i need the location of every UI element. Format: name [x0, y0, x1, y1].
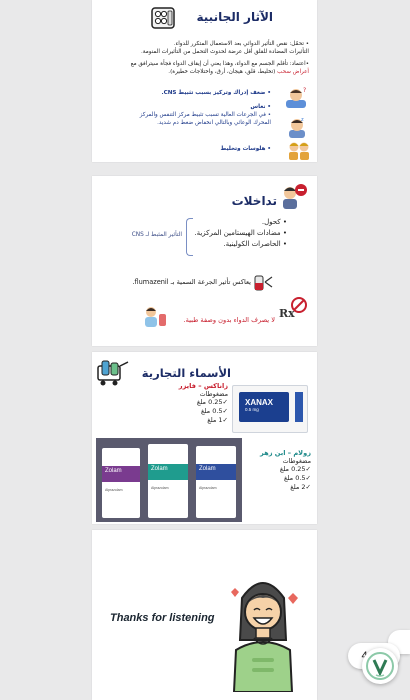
- antidote-text: يعاكس تأثير الجرعة السمية بـ flumazenil.: [132, 278, 251, 286]
- confused-person-icon: ?: [284, 86, 308, 108]
- interaction-item: • مضادات الهيستامين المركزية.: [194, 229, 287, 237]
- tolerance-line-1: • تحمّل: نقص التأثير الدوائي بعد الاستعم…: [173, 41, 309, 47]
- pharmacist-icon: [142, 304, 168, 328]
- interaction-item: • كحول.: [261, 218, 287, 226]
- xanax-package-image: XANAX 0.5 mg: [232, 385, 308, 433]
- zolam-dose: ✓0.25 ملغ: [279, 465, 311, 473]
- drowsiness-title: • نعاس: [250, 104, 271, 110]
- zolam-box-sublabel: Alprazolam: [105, 488, 123, 492]
- hallucination-people-icon: [286, 140, 312, 160]
- xanax-brand-text: XANAX: [245, 398, 274, 407]
- xanax-form: مضغوطات: [199, 390, 228, 398]
- withdrawal-label: أعراض سحب: [277, 69, 309, 75]
- smiling-girl-icon: [224, 570, 302, 693]
- slide-interactions: تداخلات • كحول. • مضادات الهيستامين المر…: [92, 176, 317, 346]
- slide-side-effects: الآثار الجانبية • تحمّل: نقص التأثير الد…: [92, 0, 317, 162]
- zolam-info: زولام – ابن زهر مضغوطات ✓0.25 ملغ ✓0.5 م…: [245, 449, 311, 492]
- slide-brand-names: الأسماء التجارية زاناكس – فايزر مضغوطات …: [92, 352, 317, 524]
- xanax-heading: زاناكس – فايزر: [178, 382, 228, 390]
- svg-text:z: z: [301, 117, 304, 123]
- cns-depressant-label: التأثير المثبط لـ CNS: [131, 232, 182, 238]
- zolam-box-blue: Zolam Alprazolam: [196, 446, 236, 518]
- xanax-dose: ✓0.5 ملغ: [201, 407, 228, 415]
- app-logo-button[interactable]: [362, 648, 398, 684]
- antidote-vial-icon: [252, 272, 274, 292]
- slide-thanks: Thanks for listening: [92, 530, 317, 700]
- hallucinations-text: • هلوسات وتخليط: [220, 146, 271, 152]
- interaction-item: • الحاصرات الكولينية.: [223, 240, 287, 248]
- xanax-dose: ✓1 ملغ: [207, 416, 228, 424]
- drowsiness-block: • نعاس • في الجرعات العالية تسبب تثبيط م…: [121, 103, 271, 127]
- xanax-dose: ✓0.25 ملغ: [196, 398, 228, 406]
- bracket-divider: [186, 218, 193, 256]
- medicine-cart-icon: [96, 358, 130, 386]
- app-logo-icon: [366, 652, 394, 680]
- svg-text:?: ?: [303, 87, 306, 94]
- brand-names-title: الأسماء التجارية: [141, 366, 231, 380]
- zolam-box-sublabel: Alprazolam: [151, 486, 169, 490]
- zolam-box-sublabel: Alprazolam: [199, 486, 217, 490]
- side-effects-title: الآثار الجانبية: [196, 10, 274, 24]
- withdrawal-detail: (تخليط، قلق، هيجان، أرق، واختلاجات خطيرة…: [168, 69, 278, 75]
- zolam-box-teal: Zolam Alprazolam: [148, 444, 188, 518]
- zolam-heading: زولام – ابن زهر: [260, 449, 311, 457]
- xanax-box-side: [295, 392, 303, 422]
- xanax-box-front: XANAX 0.5 mg: [239, 392, 289, 422]
- dependence-line-1: •اعتماد: تأقلم الجسم مع الدواء، وهذا يعن…: [130, 61, 309, 67]
- zolam-box-label: Zolam: [151, 466, 168, 472]
- no-prescription-icon: Rx: [278, 296, 308, 326]
- interaction-list: • كحول. • مضادات الهيستامين المركزية. • …: [177, 217, 287, 250]
- zolam-box-label: Zolam: [105, 468, 122, 474]
- forbidden-person-icon: [280, 182, 308, 210]
- zolam-box-purple: Zolam Alprazolam: [102, 448, 140, 518]
- zolam-dose: ✓0.5 ملغ: [284, 474, 311, 482]
- zolam-box-label: Zolam: [199, 466, 216, 472]
- zolam-dose: ✓2 ملغ: [290, 483, 311, 491]
- zolam-packages-image: Zolam Alprazolam Zolam Alprazolam Zolam …: [96, 438, 242, 522]
- sleepy-person-icon: z: [286, 116, 308, 138]
- xanax-dose-label: 0.5 mg: [245, 407, 259, 412]
- zolam-form: مضغوطات: [282, 457, 311, 465]
- pill-blister-icon: [150, 6, 176, 30]
- tolerance-text: • تحمّل: نقص التأثير الدوائي بعد الاستعم…: [104, 40, 309, 76]
- dependence-line-2: أعراض سحب (تخليط، قلق، هيجان، أرق، واختل…: [104, 68, 309, 76]
- thanks-text: Thanks for listening: [110, 612, 215, 624]
- interactions-title: تداخلات: [231, 194, 277, 208]
- drowsiness-text: • في الجرعات العالية تسبب تثبيط مركز الت…: [139, 112, 271, 126]
- xanax-info: زاناكس – فايزر مضغوطات ✓0.25 ملغ ✓0.5 مل…: [140, 382, 228, 425]
- tolerance-line-2: التأثيرات المضادة للقلق أقل عرضة لحدوث ا…: [141, 49, 309, 55]
- cognitive-impairment-text: • ضعف إدراك وتركيز بسبب تثبيط CNS.: [161, 90, 271, 96]
